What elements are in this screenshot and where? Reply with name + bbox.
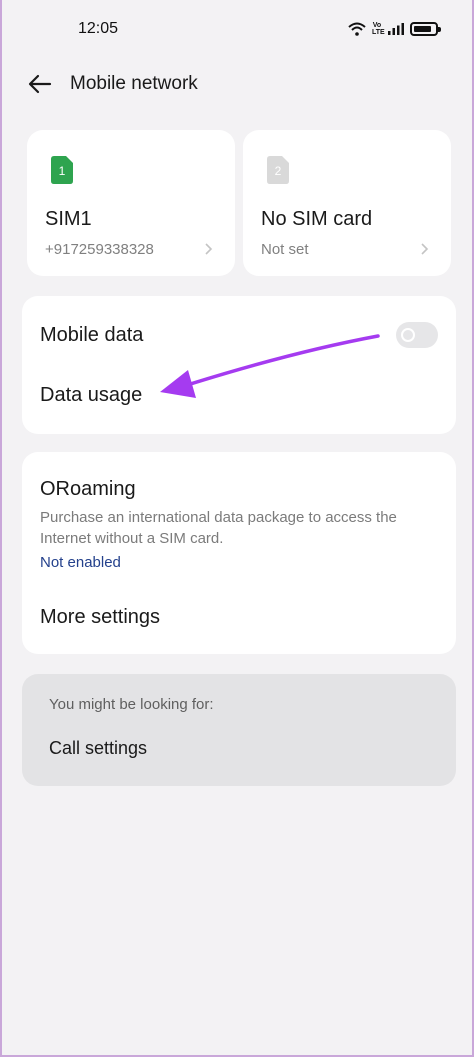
sim-card-icon: 1: [51, 156, 73, 184]
arrow-left-icon[interactable]: [26, 70, 54, 98]
data-usage-item[interactable]: Data usage: [40, 384, 142, 407]
more-settings-item[interactable]: More settings: [40, 606, 160, 629]
roaming-title[interactable]: ORoaming: [40, 478, 136, 501]
chevron-right-icon: [205, 243, 213, 255]
toggle-knob: [401, 328, 415, 342]
sim-phone-number: +917259338328: [45, 241, 154, 258]
data-settings-card: Mobile data Data usage: [22, 296, 456, 434]
sim-card-2[interactable]: 2 No SIM card Not set: [243, 130, 451, 276]
suggestions-heading: You might be looking for:: [49, 696, 214, 713]
volte-icon: Vo LTE: [372, 22, 385, 36]
sim-card-1[interactable]: 1 SIM1 +917259338328: [27, 130, 235, 276]
sim-card-icon: 2: [267, 156, 289, 184]
sim-status: Not set: [261, 241, 309, 258]
status-time: 12:05: [78, 20, 119, 37]
roaming-description: Purchase an international data package t…: [40, 509, 397, 547]
status-bar: 12:05 Vo LTE: [2, 0, 472, 56]
mobile-data-toggle[interactable]: [396, 322, 438, 348]
screen: 12:05 Vo LTE Mobile network 1 SIM1 +9172…: [0, 0, 474, 1057]
suggestion-call-settings[interactable]: Call settings: [49, 738, 147, 759]
mobile-data-label: Mobile data: [40, 324, 144, 346]
roaming-card: ORoaming Purchase an international data …: [22, 452, 456, 654]
app-header: Mobile network: [2, 60, 472, 108]
page-title: Mobile network: [70, 73, 198, 94]
suggestions-card: You might be looking for: Call settings: [22, 674, 456, 786]
sim-slot-number: 1: [59, 164, 66, 178]
battery-icon: [410, 22, 441, 36]
signal-icon: [388, 23, 404, 35]
chevron-right-icon: [421, 243, 429, 255]
wifi-icon: [348, 22, 366, 36]
roaming-status: Not enabled: [40, 554, 121, 571]
sim-name: SIM1: [45, 208, 92, 230]
status-icons: Vo LTE: [348, 20, 441, 38]
sim-slot-number: 2: [275, 164, 282, 178]
sim-name: No SIM card: [261, 208, 373, 230]
battery-level: [414, 26, 431, 32]
